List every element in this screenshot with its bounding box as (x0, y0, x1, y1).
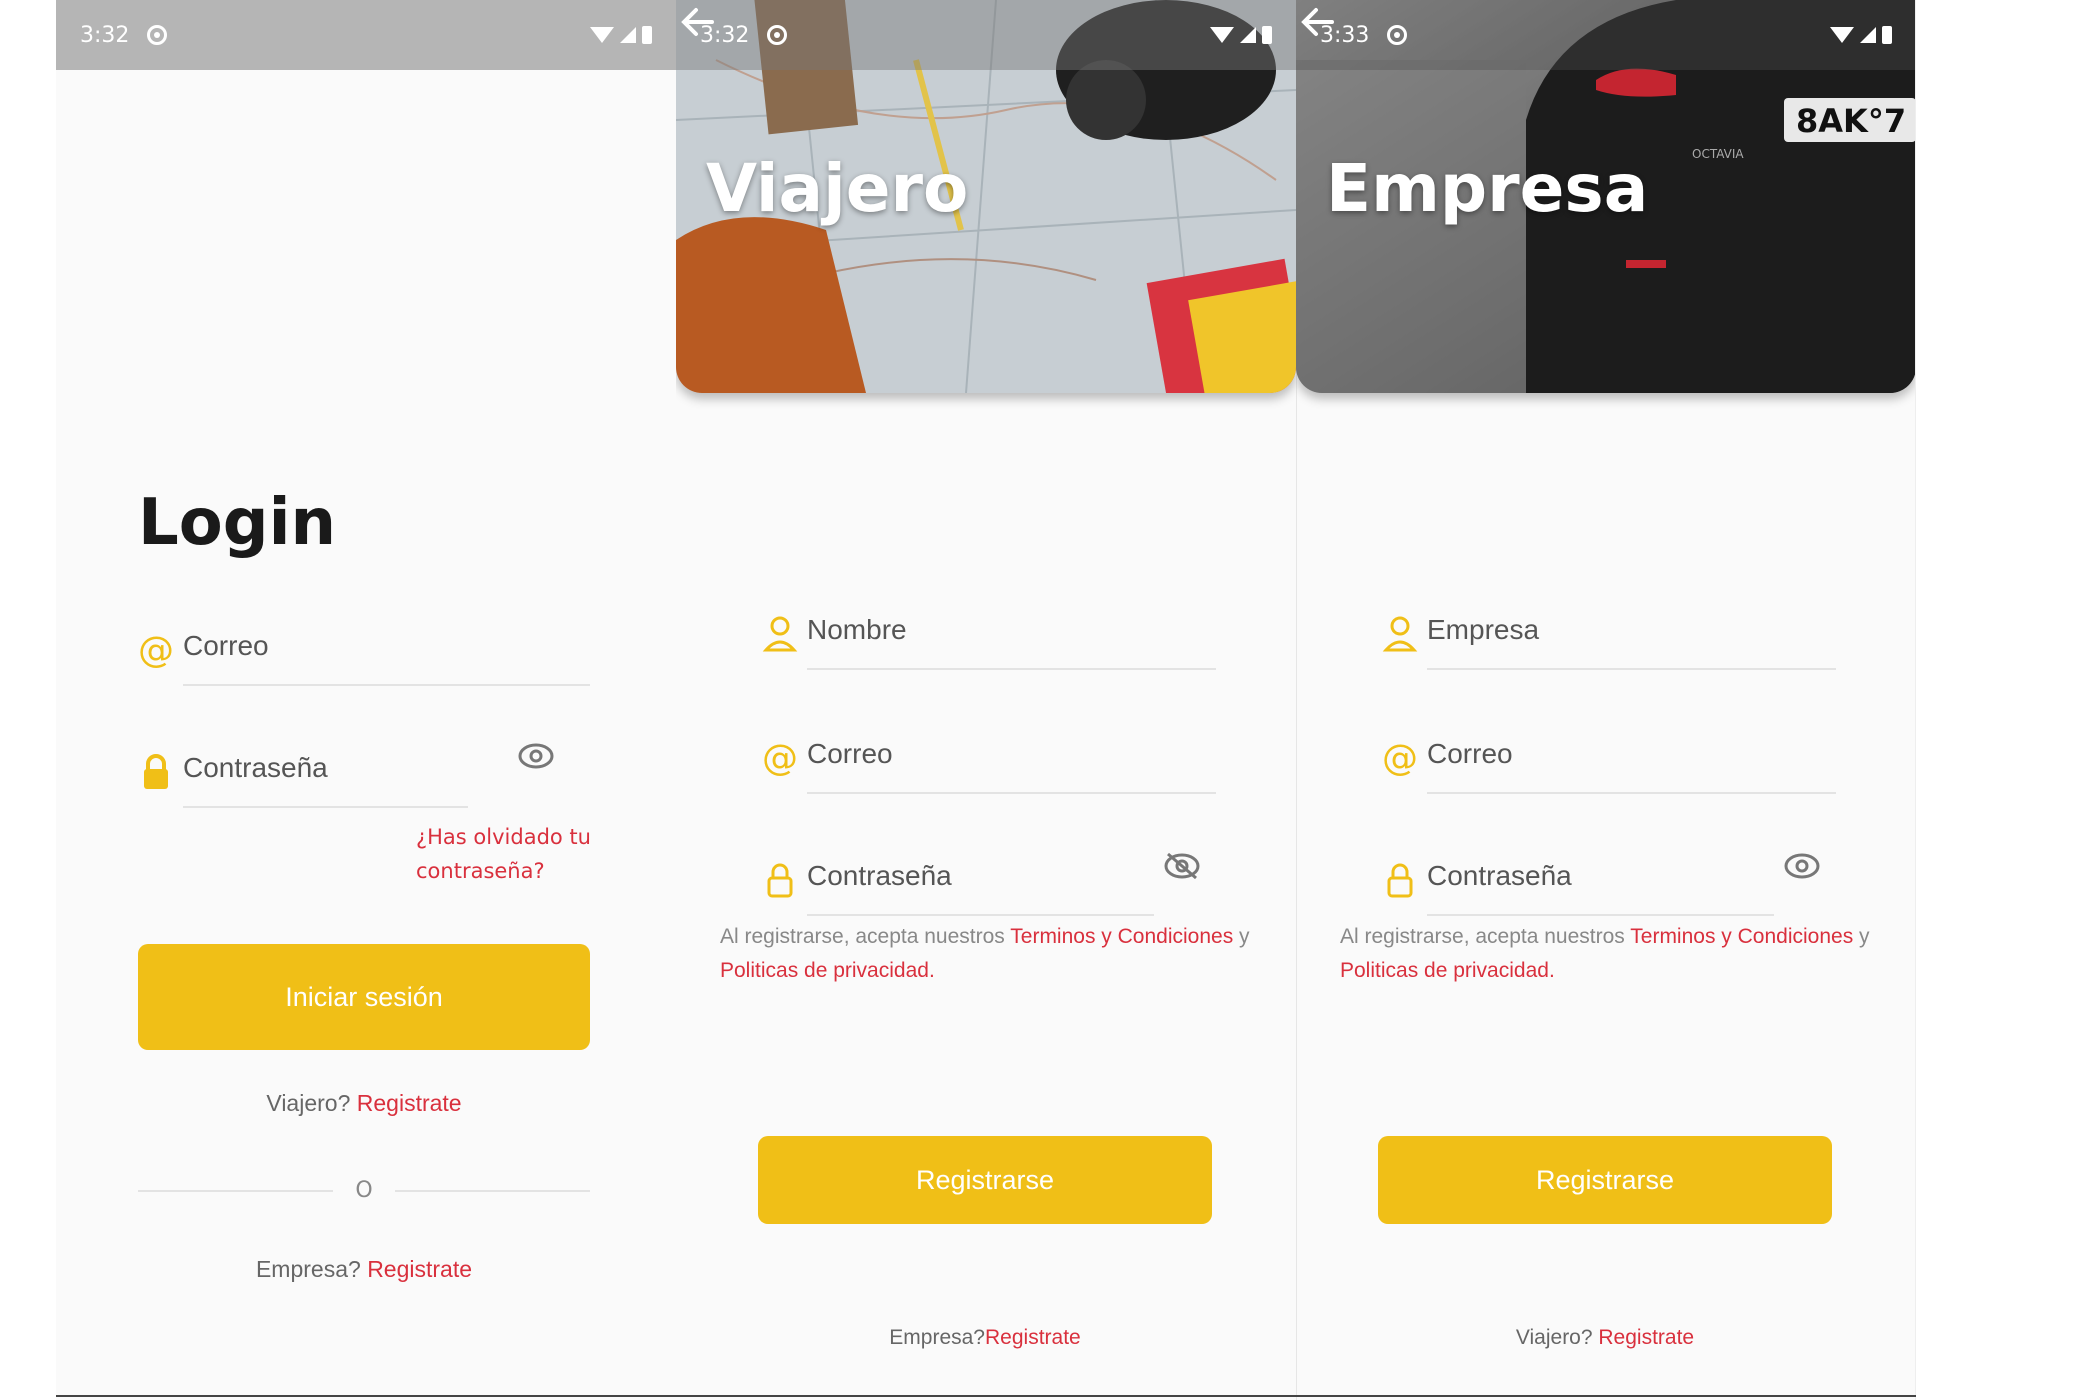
traveler-register-link[interactable]: Registrate (1598, 1326, 1694, 1349)
terms-prefix: Al registrarse, acepta nuestros (720, 925, 1011, 948)
traveler-register-link[interactable]: Registrate (357, 1090, 462, 1116)
wifi-icon (1210, 27, 1234, 43)
login-screen: 3:32 Login @ Correo Contraseña ¿Has olvi… (56, 0, 676, 1400)
terms-and: y (1233, 925, 1250, 948)
password-placeholder: Contraseña (807, 860, 952, 891)
at-icon: @ (138, 630, 174, 670)
status-icons (1830, 26, 1892, 44)
privacy-link[interactable]: Politicas de privacidad. (720, 959, 935, 982)
battery-icon (642, 26, 652, 44)
email-field[interactable]: @ Correo (1382, 708, 1836, 798)
eye-icon[interactable] (518, 742, 554, 770)
screen-title: Viajero (706, 150, 969, 227)
privacy-link[interactable]: Politicas de privacidad. (1340, 959, 1555, 982)
email-input[interactable]: Correo (183, 600, 590, 686)
or-divider: O (138, 1178, 590, 1203)
notification-icon (147, 25, 168, 45)
notification-icon (1387, 25, 1408, 45)
status-icons (1210, 26, 1272, 44)
terms-text: Al registrarse, acepta nuestros Terminos… (720, 920, 1280, 988)
terms-prefix: Al registrarse, acepta nuestros (1340, 925, 1631, 948)
terms-text: Al registrarse, acepta nuestros Terminos… (1340, 920, 1900, 988)
password-input[interactable]: Contraseña (1427, 830, 1774, 916)
hero-image: 8AK°7 OCTAVIA 3:33 Empresa (1296, 0, 1915, 393)
status-bar: 3:32 (676, 0, 1296, 70)
battery-icon (1262, 26, 1272, 44)
alt-prompt: Empresa? (889, 1326, 985, 1349)
terms-and: y (1853, 925, 1870, 948)
svg-text:@: @ (138, 630, 174, 670)
user-icon (762, 616, 798, 652)
alt-register-row: Viajero? Registrate (1378, 1326, 1832, 1350)
user-icon (1382, 616, 1418, 652)
at-icon: @ (762, 738, 798, 778)
svg-text:@: @ (1382, 738, 1418, 778)
password-placeholder: Contraseña (183, 752, 328, 783)
traveler-prompt: Viajero? (266, 1090, 351, 1116)
terms-link[interactable]: Terminos y Condiciones (1630, 925, 1853, 948)
name-placeholder: Nombre (807, 614, 907, 645)
company-placeholder: Empresa (1427, 614, 1540, 645)
name-input[interactable]: Nombre (807, 584, 1216, 670)
password-placeholder: Contraseña (1427, 860, 1572, 891)
company-field[interactable]: Empresa (1382, 584, 1836, 674)
alt-register-row: Empresa?Registrate (758, 1326, 1212, 1350)
eye-icon[interactable] (1784, 852, 1820, 880)
status-icons (590, 26, 652, 44)
company-register-link[interactable]: Registrate (367, 1256, 472, 1282)
password-field[interactable]: Contraseña (1382, 830, 1774, 920)
email-field[interactable]: @ Correo (138, 600, 590, 690)
status-time: 3:32 (80, 22, 130, 48)
status-bar: 3:32 (56, 0, 676, 70)
company-register-row: Empresa? Registrate (138, 1256, 590, 1283)
traveler-register-screen: 3:32 Viajero Nombre @ Correo Contraseña … (676, 0, 1296, 1400)
company-prompt: Empresa? (255, 1256, 361, 1282)
alt-prompt: Viajero? (1515, 1326, 1593, 1349)
email-placeholder: Correo (183, 630, 269, 661)
register-button[interactable]: Registrarse (758, 1136, 1212, 1224)
lock-icon (144, 754, 168, 789)
email-input[interactable]: Correo (1427, 708, 1836, 794)
password-input[interactable]: Contraseña (183, 722, 468, 808)
bottom-border (56, 1395, 1916, 1397)
page-title: Login (138, 486, 337, 560)
signal-icon (620, 27, 636, 43)
svg-text:OCTAVIA: OCTAVIA (1692, 147, 1744, 161)
wifi-icon (590, 27, 614, 43)
divider-line-right (395, 1190, 590, 1192)
company-register-screen: 8AK°7 OCTAVIA 3:33 Empresa Empresa @ Cor… (1296, 0, 1916, 1400)
status-time: 3:32 (700, 22, 750, 48)
eye-off-icon[interactable] (1164, 852, 1200, 880)
company-register-link[interactable]: Registrate (985, 1326, 1081, 1349)
battery-icon (1882, 26, 1892, 44)
svg-text:@: @ (762, 738, 798, 778)
notification-icon (767, 25, 788, 45)
company-input[interactable]: Empresa (1427, 584, 1836, 670)
status-bar: 3:33 (1296, 0, 1915, 70)
screen-title: Empresa (1326, 150, 1649, 227)
password-field[interactable]: Contraseña (138, 722, 468, 812)
password-field[interactable]: Contraseña (762, 830, 1154, 920)
signal-icon (1860, 27, 1876, 43)
name-field[interactable]: Nombre (762, 584, 1216, 674)
traveler-register-row: Viajero? Registrate (138, 1090, 590, 1117)
email-placeholder: Correo (1427, 738, 1513, 769)
email-field[interactable]: @ Correo (762, 708, 1216, 798)
terms-link[interactable]: Terminos y Condiciones (1010, 925, 1233, 948)
status-time: 3:33 (1320, 22, 1370, 48)
signal-icon (1240, 27, 1256, 43)
svg-text:8AK°7: 8AK°7 (1796, 102, 1906, 140)
lock-icon (767, 863, 793, 898)
register-button[interactable]: Registrarse (1378, 1136, 1832, 1224)
at-icon: @ (1382, 738, 1418, 778)
lock-icon (1387, 863, 1413, 898)
login-button[interactable]: Iniciar sesión (138, 944, 590, 1050)
wifi-icon (1830, 27, 1854, 43)
password-input[interactable]: Contraseña (807, 830, 1154, 916)
forgot-password-link[interactable]: ¿Has olvidado tu contraseña? (416, 820, 626, 888)
email-placeholder: Correo (807, 738, 893, 769)
email-input[interactable]: Correo (807, 708, 1216, 794)
hero-image: 3:32 Viajero (676, 0, 1296, 393)
